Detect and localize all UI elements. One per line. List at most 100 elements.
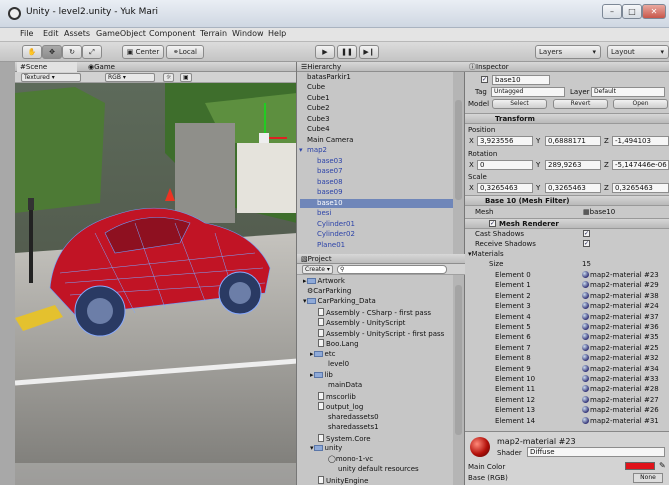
select-button[interactable]: Select	[492, 99, 547, 109]
tab-scene[interactable]: #Scene	[17, 62, 77, 72]
layer-dropdown[interactable]: Default	[591, 87, 665, 97]
material-element-slot[interactable]: map2-material #24	[582, 302, 659, 310]
move-tool-button[interactable]: ✥	[42, 45, 62, 59]
proj-item-level0[interactable]: level0	[328, 360, 349, 368]
proj-item-mono[interactable]: ◯mono-1-vc	[328, 455, 373, 463]
hierarchy-scrollbar[interactable]	[453, 72, 464, 254]
proj-item-assembly-unityscript-fp[interactable]: Assembly - UnityScript - first pass	[318, 329, 444, 338]
proj-item-sharedassets0[interactable]: sharedassets0	[328, 413, 379, 421]
receive-shadows-checkbox[interactable]: ✓	[583, 240, 590, 247]
proj-item-assembly-csharp[interactable]: Assembly - CSharp - first pass	[318, 308, 431, 317]
material-element-slot[interactable]: map2-material #29	[582, 281, 659, 289]
hier-item-cube2[interactable]: Cube2	[307, 104, 330, 112]
materials-label[interactable]: ▾Materials	[468, 250, 504, 258]
proj-item-output-log[interactable]: output_log	[318, 402, 363, 411]
proj-item-sharedassets1[interactable]: sharedassets1	[328, 423, 379, 431]
size-value[interactable]: 15	[582, 260, 591, 268]
sun-icon[interactable]: ☼	[163, 73, 175, 82]
hier-item-cylinder02[interactable]: Cylinder02	[317, 230, 355, 238]
hierarchy-scroll-thumb[interactable]	[455, 100, 462, 200]
transform-header[interactable]: Transform	[465, 113, 669, 124]
play-button[interactable]: ▶	[315, 45, 335, 59]
material-element-slot[interactable]: map2-material #26	[582, 406, 659, 414]
eyedropper-icon[interactable]: ✎	[659, 461, 666, 470]
proj-item-unity[interactable]: ▾ unity	[310, 444, 342, 452]
material-element-slot[interactable]: map2-material #27	[582, 395, 659, 404]
hier-item-cube[interactable]: Cube	[307, 83, 325, 91]
texture-slot[interactable]: None	[633, 473, 663, 483]
open-button[interactable]: Open	[613, 99, 668, 109]
scale-tool-button[interactable]: ⤢	[82, 45, 102, 59]
position-z-field[interactable]: -1,494103	[612, 136, 669, 146]
hier-item-cube3[interactable]: Cube3	[307, 115, 330, 123]
position-x-field[interactable]: 3,923556	[477, 136, 533, 146]
minimize-button[interactable]: –	[602, 4, 622, 19]
proj-item-unityengine[interactable]: UnityEngine	[318, 476, 368, 485]
material-element-slot[interactable]: map2-material #37	[582, 312, 659, 321]
revert-button[interactable]: Revert	[553, 99, 608, 109]
active-checkbox[interactable]: ✓	[481, 76, 488, 83]
hier-item-cube1[interactable]: Cube1	[307, 94, 330, 102]
menu-file[interactable]: File	[20, 29, 33, 38]
shader-dropdown[interactable]: Diffuse	[527, 447, 665, 457]
create-dropdown[interactable]: Create ▾	[302, 265, 333, 274]
hier-item-plane01[interactable]: Plane01	[317, 241, 345, 249]
proj-item-unity-default-resources[interactable]: unity default resources	[338, 465, 419, 473]
material-element-slot[interactable]: map2-material #36	[582, 323, 659, 331]
rotation-x-field[interactable]: 0	[477, 160, 533, 170]
proj-item-maindata[interactable]: mainData	[328, 381, 362, 389]
layout-dropdown[interactable]: Layout ▾	[607, 45, 669, 59]
material-element-slot[interactable]: map2-material #23	[582, 271, 659, 279]
tag-dropdown[interactable]: Untagged	[491, 87, 565, 97]
close-button[interactable]: ✕	[642, 4, 666, 19]
color-mode-dropdown[interactable]: RGB ▾	[105, 73, 155, 82]
proj-item-artwork[interactable]: ▸ Artwork	[303, 277, 345, 285]
rotation-y-field[interactable]: 289,9263	[545, 160, 601, 170]
menu-assets[interactable]: Assets	[64, 29, 90, 38]
rotate-tool-button[interactable]: ↻	[62, 45, 82, 59]
scale-x-field[interactable]: 0,3265463	[477, 183, 533, 193]
rotation-z-field[interactable]: -5,147446e-06	[612, 160, 669, 170]
hier-item-base09[interactable]: base09	[317, 188, 343, 196]
mesh-filter-header[interactable]: Base 10 (Mesh Filter)	[465, 195, 669, 206]
pivot-center-button[interactable]: ▣ Center	[122, 45, 164, 59]
maximize-button[interactable]: □	[622, 4, 642, 19]
main-color-swatch[interactable]	[625, 462, 655, 470]
hier-item-main-camera[interactable]: Main Camera	[307, 136, 353, 144]
pivot-local-button[interactable]: ⚭Local	[166, 45, 204, 59]
project-scrollbar[interactable]	[453, 275, 464, 485]
hier-item-cylinder01[interactable]: Cylinder01	[317, 220, 355, 228]
expand-arrow-icon[interactable]: ▾	[299, 146, 303, 154]
step-button[interactable]: ▶❙	[359, 45, 379, 59]
render-mode-dropdown[interactable]: Textured ▾	[21, 73, 81, 82]
hier-item-base08[interactable]: base08	[317, 178, 343, 186]
proj-item-assembly-unityscript[interactable]: Assembly - UnityScript	[318, 318, 405, 327]
scale-y-field[interactable]: 0,3265463	[545, 183, 601, 193]
menu-edit[interactable]: Edit	[43, 29, 59, 38]
material-element-slot[interactable]: map2-material #32	[582, 354, 659, 362]
material-element-slot[interactable]: map2-material #28	[582, 385, 659, 393]
menu-window[interactable]: Window	[232, 29, 264, 38]
tab-game[interactable]: ◉Game	[85, 62, 115, 72]
cast-shadows-checkbox[interactable]: ✓	[583, 230, 590, 237]
layers-dropdown[interactable]: Layers ▾	[535, 45, 601, 59]
project-scroll-thumb[interactable]	[455, 285, 462, 435]
menu-help[interactable]: Help	[268, 29, 286, 38]
project-search-input[interactable]: ⚲	[337, 265, 447, 274]
hier-item-map2[interactable]: map2	[307, 146, 327, 154]
image-icon[interactable]: ▣	[180, 73, 192, 82]
hier-item-base10[interactable]: base10	[317, 199, 343, 207]
hand-tool-button[interactable]: ✋	[22, 45, 42, 59]
proj-item-mscorlib[interactable]: mscorlib	[318, 392, 356, 401]
position-y-field[interactable]: 0,6888171	[545, 136, 601, 146]
hier-item-base03[interactable]: base03	[317, 157, 343, 165]
hier-item-base07[interactable]: base07	[317, 167, 343, 175]
proj-item-boo-lang[interactable]: Boo.Lang	[318, 339, 359, 348]
proj-item-lib[interactable]: ▸ lib	[310, 371, 333, 379]
material-element-slot[interactable]: map2-material #34	[582, 364, 659, 373]
material-element-slot[interactable]: map2-material #25	[582, 343, 659, 352]
proj-item-etc[interactable]: ▸ etc	[310, 350, 335, 358]
proj-item-carparking[interactable]: ⚙CarParking	[307, 287, 351, 295]
menu-gameobject[interactable]: GameObject	[96, 29, 146, 38]
menu-component[interactable]: Component	[149, 29, 195, 38]
